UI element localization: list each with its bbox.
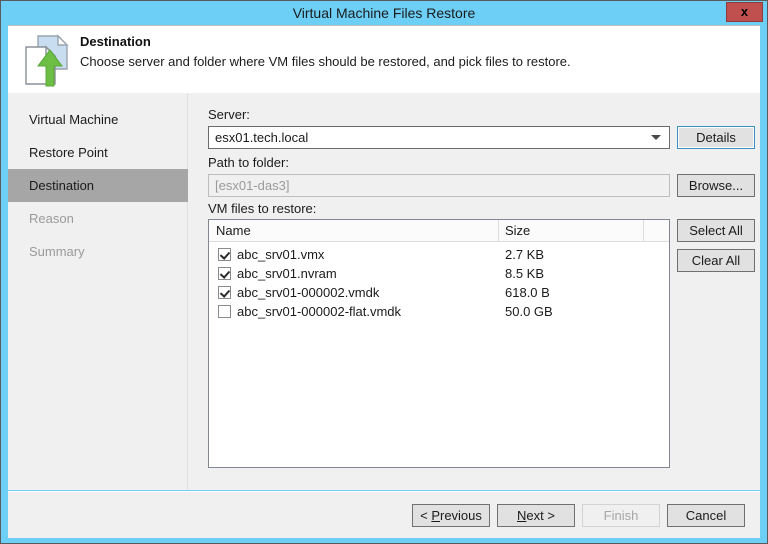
sidebar-item-destination[interactable]: Destination: [8, 169, 188, 202]
row-file-name: abc_srv01-000002-flat.vmdk: [237, 302, 401, 321]
list-body: abc_srv01.vmx 2.7 KB abc_srv01.nvram 8.5…: [209, 242, 669, 321]
row-checkbox[interactable]: [218, 286, 231, 299]
row-file-size: 618.0 B: [505, 283, 550, 302]
row-checkbox[interactable]: [218, 267, 231, 280]
row-checkbox[interactable]: [218, 305, 231, 318]
clear-all-button[interactable]: Clear All: [677, 249, 755, 272]
path-input[interactable]: [esx01-das3]: [208, 174, 670, 197]
dialog-footer: < Previous Next > Finish Cancel: [8, 491, 760, 538]
table-row[interactable]: abc_srv01.vmx 2.7 KB: [209, 245, 669, 264]
row-file-name: abc_srv01.vmx: [237, 245, 324, 264]
row-file-size: 8.5 KB: [505, 264, 544, 283]
files-label: VM files to restore:: [208, 201, 316, 216]
row-file-name: abc_srv01-000002.vmdk: [237, 283, 379, 302]
table-row[interactable]: abc_srv01.nvram 8.5 KB: [209, 264, 669, 283]
close-button[interactable]: x: [726, 2, 763, 22]
previous-button-label: < Previous: [420, 508, 482, 523]
server-select[interactable]: esx01.tech.local: [208, 126, 670, 149]
column-header-size[interactable]: Size: [499, 220, 644, 241]
row-checkbox[interactable]: [218, 248, 231, 261]
row-file-size: 50.0 GB: [505, 302, 553, 321]
list-header: Name Size: [209, 220, 669, 242]
table-row[interactable]: abc_srv01-000002-flat.vmdk 50.0 GB: [209, 302, 669, 321]
sidebar-item-reason[interactable]: Reason: [8, 202, 187, 235]
wizard-header: Destination Choose server and folder whe…: [8, 25, 760, 94]
chevron-down-icon: [651, 135, 661, 140]
document-upload-icon: [18, 32, 76, 90]
window-title: Virtual Machine Files Restore: [1, 1, 767, 25]
wizard-steps-sidebar: Virtual Machine Restore Point Destinatio…: [8, 93, 188, 490]
server-select-value: esx01.tech.local: [215, 130, 308, 145]
dialog-body: Virtual Machine Restore Point Destinatio…: [8, 93, 760, 490]
sidebar-item-restore-point[interactable]: Restore Point: [8, 136, 187, 169]
server-label: Server:: [208, 107, 250, 122]
finish-button: Finish: [582, 504, 660, 527]
dialog-window: Virtual Machine Files Restore x Destinat…: [0, 0, 768, 544]
path-label: Path to folder:: [208, 155, 289, 170]
column-header-filler: [644, 220, 669, 241]
next-button-label: Next >: [517, 508, 555, 523]
sidebar-item-summary[interactable]: Summary: [8, 235, 187, 268]
main-panel: Server: esx01.tech.local Details Path to…: [188, 93, 760, 490]
next-button[interactable]: Next >: [497, 504, 575, 527]
title-bar: Virtual Machine Files Restore x: [1, 1, 767, 25]
row-file-name: abc_srv01.nvram: [237, 264, 337, 283]
column-header-name[interactable]: Name: [210, 220, 499, 241]
sidebar-item-virtual-machine[interactable]: Virtual Machine: [8, 103, 187, 136]
vm-files-list[interactable]: Name Size abc_srv01.vmx 2.7 KB abc_srv01…: [208, 219, 670, 468]
previous-button[interactable]: < Previous: [412, 504, 490, 527]
page-subtitle: Choose server and folder where VM files …: [80, 54, 571, 69]
row-file-size: 2.7 KB: [505, 245, 544, 264]
select-all-button[interactable]: Select All: [677, 219, 755, 242]
cancel-button[interactable]: Cancel: [667, 504, 745, 527]
table-row[interactable]: abc_srv01-000002.vmdk 618.0 B: [209, 283, 669, 302]
browse-button[interactable]: Browse...: [677, 174, 755, 197]
page-title: Destination: [80, 34, 151, 49]
details-button[interactable]: Details: [677, 126, 755, 149]
